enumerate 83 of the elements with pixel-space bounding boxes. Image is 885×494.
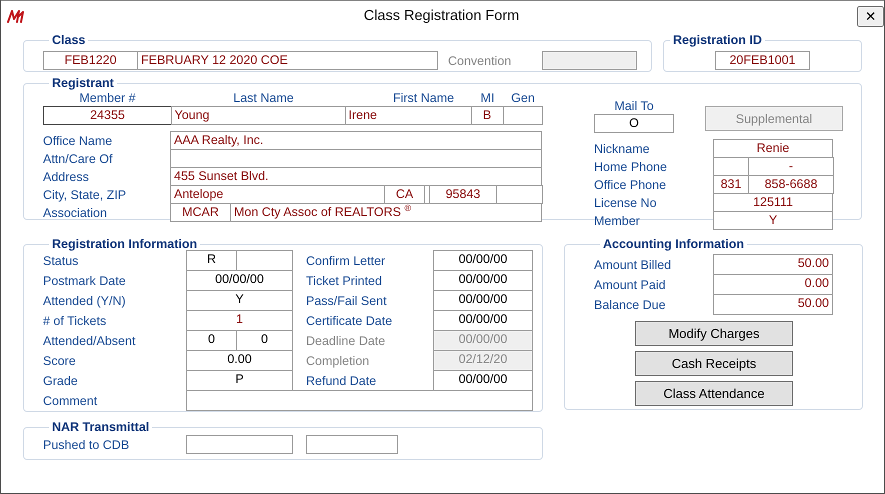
field-label: Deadline Date [306, 334, 386, 348]
amount-field[interactable]: 50.00 [713, 254, 833, 275]
field-label: Postmark Date [43, 274, 127, 288]
field-label: Office Name [43, 134, 114, 148]
window-title: Class Registration Form [362, 8, 520, 24]
date-field[interactable]: 00/00/00 [433, 270, 533, 291]
group-title: Registrant [51, 76, 115, 90]
field-label: Amount Paid [594, 278, 667, 292]
field-label: City, State, ZIP [43, 188, 128, 202]
group-title: Accounting Information [602, 237, 745, 251]
field-label: License No [594, 196, 658, 210]
field-label: Office Phone [594, 178, 668, 192]
date-field[interactable]: 00/00/00 [433, 310, 533, 331]
date-field[interactable]: 00/00/00 [433, 290, 533, 311]
name-field[interactable]: Irene [344, 106, 472, 125]
field-label: Certificate Date [306, 314, 394, 328]
text-field[interactable]: Y [713, 211, 833, 230]
field-label: Attended (Y/N) [43, 294, 127, 308]
field-label: Comment [43, 394, 98, 408]
field-label: Refund Date [306, 374, 378, 388]
text-field[interactable]: AAA Realty, Inc. [170, 131, 542, 150]
field-label: # of Tickets [43, 314, 108, 328]
column-header: Member # [79, 90, 136, 106]
field-label: Balance Due [594, 298, 667, 312]
field-label: Address [43, 170, 90, 184]
text-field[interactable] [186, 435, 293, 454]
field-label: Home Phone [594, 160, 668, 174]
action-button[interactable]: Cash Receipts [635, 351, 793, 376]
name-field[interactable] [502, 106, 542, 125]
mail-to-field[interactable]: O [594, 114, 674, 133]
text-field[interactable]: Y [186, 290, 293, 311]
field-label: Attended/Absent [43, 334, 136, 348]
field-label: Pushed to CDB [43, 438, 130, 452]
date-field[interactable]: 00/00/00 [433, 370, 533, 391]
group-title: NAR Transmittal [51, 420, 150, 434]
group-title: Registration ID [672, 33, 763, 47]
text-field[interactable] [306, 435, 398, 454]
field-label: Convention [448, 54, 512, 68]
action-button[interactable]: Modify Charges [635, 321, 793, 346]
field-label: Grade [43, 374, 79, 388]
text-field[interactable]: R [186, 250, 237, 271]
date-field[interactable]: 00/00/00 [433, 250, 533, 271]
field-label: Status [43, 254, 80, 268]
field-label: Ticket Printed [306, 274, 383, 288]
text-field[interactable] [236, 250, 293, 271]
text-field[interactable]: 1 [186, 310, 293, 331]
registration-id-field[interactable]: 20FEB1001 [715, 51, 810, 70]
text-field[interactable] [170, 149, 542, 168]
text-field[interactable]: 00/00/00 [186, 270, 293, 291]
column-header: Mail To [614, 98, 654, 114]
field-label: Pass/Fail Sent [306, 294, 388, 308]
name-field[interactable]: Young [170, 106, 346, 125]
action-button[interactable]: Class Attendance [635, 381, 793, 406]
comment-field[interactable] [186, 390, 533, 411]
column-header: First Name [392, 90, 454, 106]
field-label: Nickname [594, 142, 651, 156]
script-m-logo-icon [6, 8, 26, 24]
association-code-field[interactable]: MCAR [170, 203, 231, 222]
column-header: MI [480, 90, 494, 106]
text-field[interactable]: 125111 [713, 193, 833, 212]
field-label: Member [594, 214, 641, 228]
field-label: Score [43, 354, 77, 368]
column-header: Last Name [233, 90, 294, 106]
text-field[interactable]: 455 Sunset Blvd. [170, 167, 542, 186]
amount-field[interactable]: 0.00 [713, 274, 833, 295]
class-code-field[interactable]: FEB1220 [43, 51, 138, 70]
name-field[interactable]: 24355 [43, 106, 172, 125]
group-title: Registration Information [51, 237, 198, 251]
field-label: Association [43, 206, 108, 220]
amount-field[interactable]: 50.00 [713, 294, 833, 315]
association-name-field[interactable]: Mon Cty Assoc of REALTORS $^{®}$ [230, 203, 542, 222]
text-field[interactable]: P [186, 370, 293, 391]
close-button[interactable]: ✕ [857, 6, 884, 26]
class-name-field[interactable]: FEBRUARY 12 2020 COE [137, 51, 438, 70]
group-title: Class [51, 33, 86, 47]
text-field[interactable]: 0.00 [186, 350, 293, 371]
field-label: Amount Billed [594, 258, 672, 272]
field-label: Attn/Care Of [43, 152, 114, 166]
name-field[interactable]: B [470, 106, 504, 125]
column-header: Gen [511, 90, 535, 106]
field-label: Completion [306, 354, 370, 368]
text-field[interactable]: Renie [713, 139, 833, 158]
field-label: Confirm Letter [306, 254, 386, 268]
